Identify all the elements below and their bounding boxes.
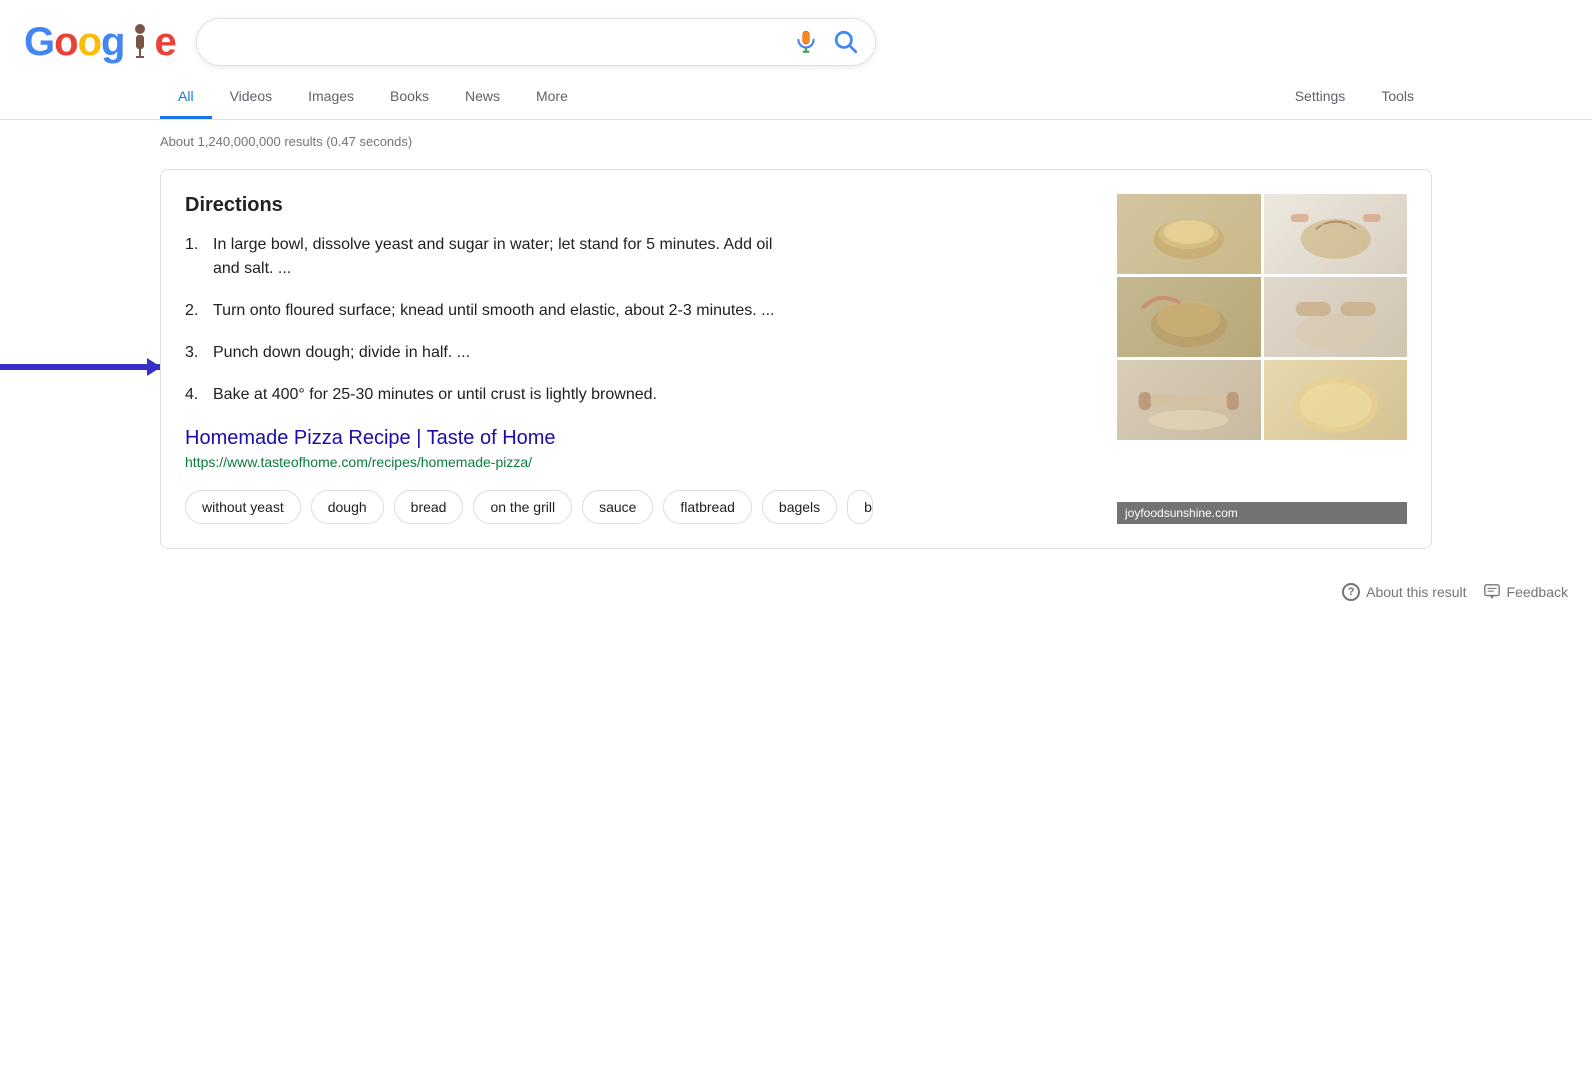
feedback-text: Feedback [1507, 584, 1568, 600]
tab-books[interactable]: Books [372, 76, 447, 119]
search-bar[interactable]: how to make pizza [196, 18, 876, 66]
step-num-3: 3. [185, 341, 205, 365]
nav-right: Settings Tools [1277, 76, 1432, 119]
related-chips: without yeast dough bread on the grill s… [185, 490, 1097, 524]
direction-step-4: 4. Bake at 400° for 25-30 minutes or unt… [185, 383, 785, 407]
snippet-card: Directions 1. In large bowl, dissolve ye… [160, 169, 1432, 549]
source-title-link[interactable]: Homemade Pizza Recipe | Taste of Home [185, 427, 1097, 450]
nav-tabs: All Videos Images Books News More Settin… [0, 76, 1592, 120]
logo-letter-g: G [24, 20, 54, 65]
feedback-button[interactable]: Feedback [1483, 583, 1568, 601]
direction-step-3: 3. Punch down dough; divide in half. ... [185, 341, 785, 365]
results-count: About 1,240,000,000 results (0.47 second… [0, 120, 1592, 159]
tab-all[interactable]: All [160, 76, 212, 119]
image-grid [1117, 194, 1407, 437]
about-result-text: About this result [1366, 584, 1466, 600]
chip-sauce[interactable]: sauce [582, 490, 653, 524]
image-bowl2[interactable] [1117, 277, 1261, 357]
image-source-label: joyfoodsunshine.com [1117, 502, 1407, 524]
arrow-line [0, 364, 160, 370]
step-num-2: 2. [185, 299, 205, 323]
step-text-1: In large bowl, dissolve yeast and sugar … [213, 233, 785, 281]
tab-videos[interactable]: Videos [212, 76, 291, 119]
tab-news[interactable]: News [447, 76, 518, 119]
tab-tools[interactable]: Tools [1363, 76, 1432, 119]
tab-more[interactable]: More [518, 76, 586, 119]
search-icon[interactable] [833, 29, 859, 55]
chip-flatbread[interactable]: flatbread [663, 490, 751, 524]
step-text-4: Bake at 400° for 25-30 minutes or until … [213, 383, 657, 407]
source-url: https://www.tasteofhome.com/recipes/home… [185, 454, 1097, 470]
snippet-inner: Directions 1. In large bowl, dissolve ye… [185, 194, 1407, 524]
about-result-icon: ? [1342, 583, 1360, 601]
image-roll[interactable] [1117, 360, 1261, 440]
mic-icon[interactable] [793, 29, 819, 55]
direction-step-1: 1. In large bowl, dissolve yeast and sug… [185, 233, 785, 281]
tab-settings[interactable]: Settings [1277, 76, 1364, 119]
footer-bar: ? About this result Feedback [0, 569, 1592, 615]
image-flour1[interactable] [1264, 194, 1408, 274]
header: G o o g e how to make pizza [0, 0, 1592, 76]
search-icons [793, 29, 859, 55]
chip-dough[interactable]: dough [311, 490, 384, 524]
step-text-2: Turn onto floured surface; knead until s… [213, 299, 775, 323]
main-content: Directions 1. In large bowl, dissolve ye… [0, 169, 1592, 549]
feedback-icon [1483, 583, 1501, 601]
source-link-section: Homemade Pizza Recipe | Taste of Home ht… [185, 427, 1097, 470]
about-result-button[interactable]: ? About this result [1342, 583, 1466, 601]
chip-bagels[interactable]: bagels [762, 490, 837, 524]
arrow-annotation [0, 364, 160, 370]
chip-without-yeast[interactable]: without yeast [185, 490, 301, 524]
tab-images[interactable]: Images [290, 76, 372, 119]
step-text-3: Punch down dough; divide in half. ... [213, 341, 470, 365]
logo-letter-e: e [154, 20, 175, 65]
logo-figure-icon [126, 23, 154, 61]
google-logo[interactable]: G o o g e [24, 20, 176, 65]
chip-more[interactable]: b [847, 490, 873, 524]
step-num-1: 1. [185, 233, 205, 281]
logo-letter-o2: o [78, 20, 101, 65]
image-bowl1[interactable] [1117, 194, 1261, 274]
chip-bread[interactable]: bread [394, 490, 464, 524]
directions-list: 1. In large bowl, dissolve yeast and sug… [185, 233, 1097, 407]
logo-letter-o1: o [54, 20, 77, 65]
results-count-text: About 1,240,000,000 results (0.47 second… [160, 134, 412, 149]
image-knead[interactable] [1264, 277, 1408, 357]
snippet-images: joyfoodsunshine.com [1117, 194, 1407, 524]
search-input[interactable]: how to make pizza [213, 32, 783, 53]
snippet-text: Directions 1. In large bowl, dissolve ye… [185, 194, 1097, 524]
step-num-4: 4. [185, 383, 205, 407]
source-title-text: Homemade Pizza Recipe | Taste of Home [185, 427, 556, 449]
image-round[interactable] [1264, 360, 1408, 440]
chip-on-the-grill[interactable]: on the grill [473, 490, 572, 524]
direction-step-2: 2. Turn onto floured surface; knead unti… [185, 299, 785, 323]
logo-letter-g2: g [101, 20, 124, 65]
directions-title: Directions [185, 194, 1097, 217]
